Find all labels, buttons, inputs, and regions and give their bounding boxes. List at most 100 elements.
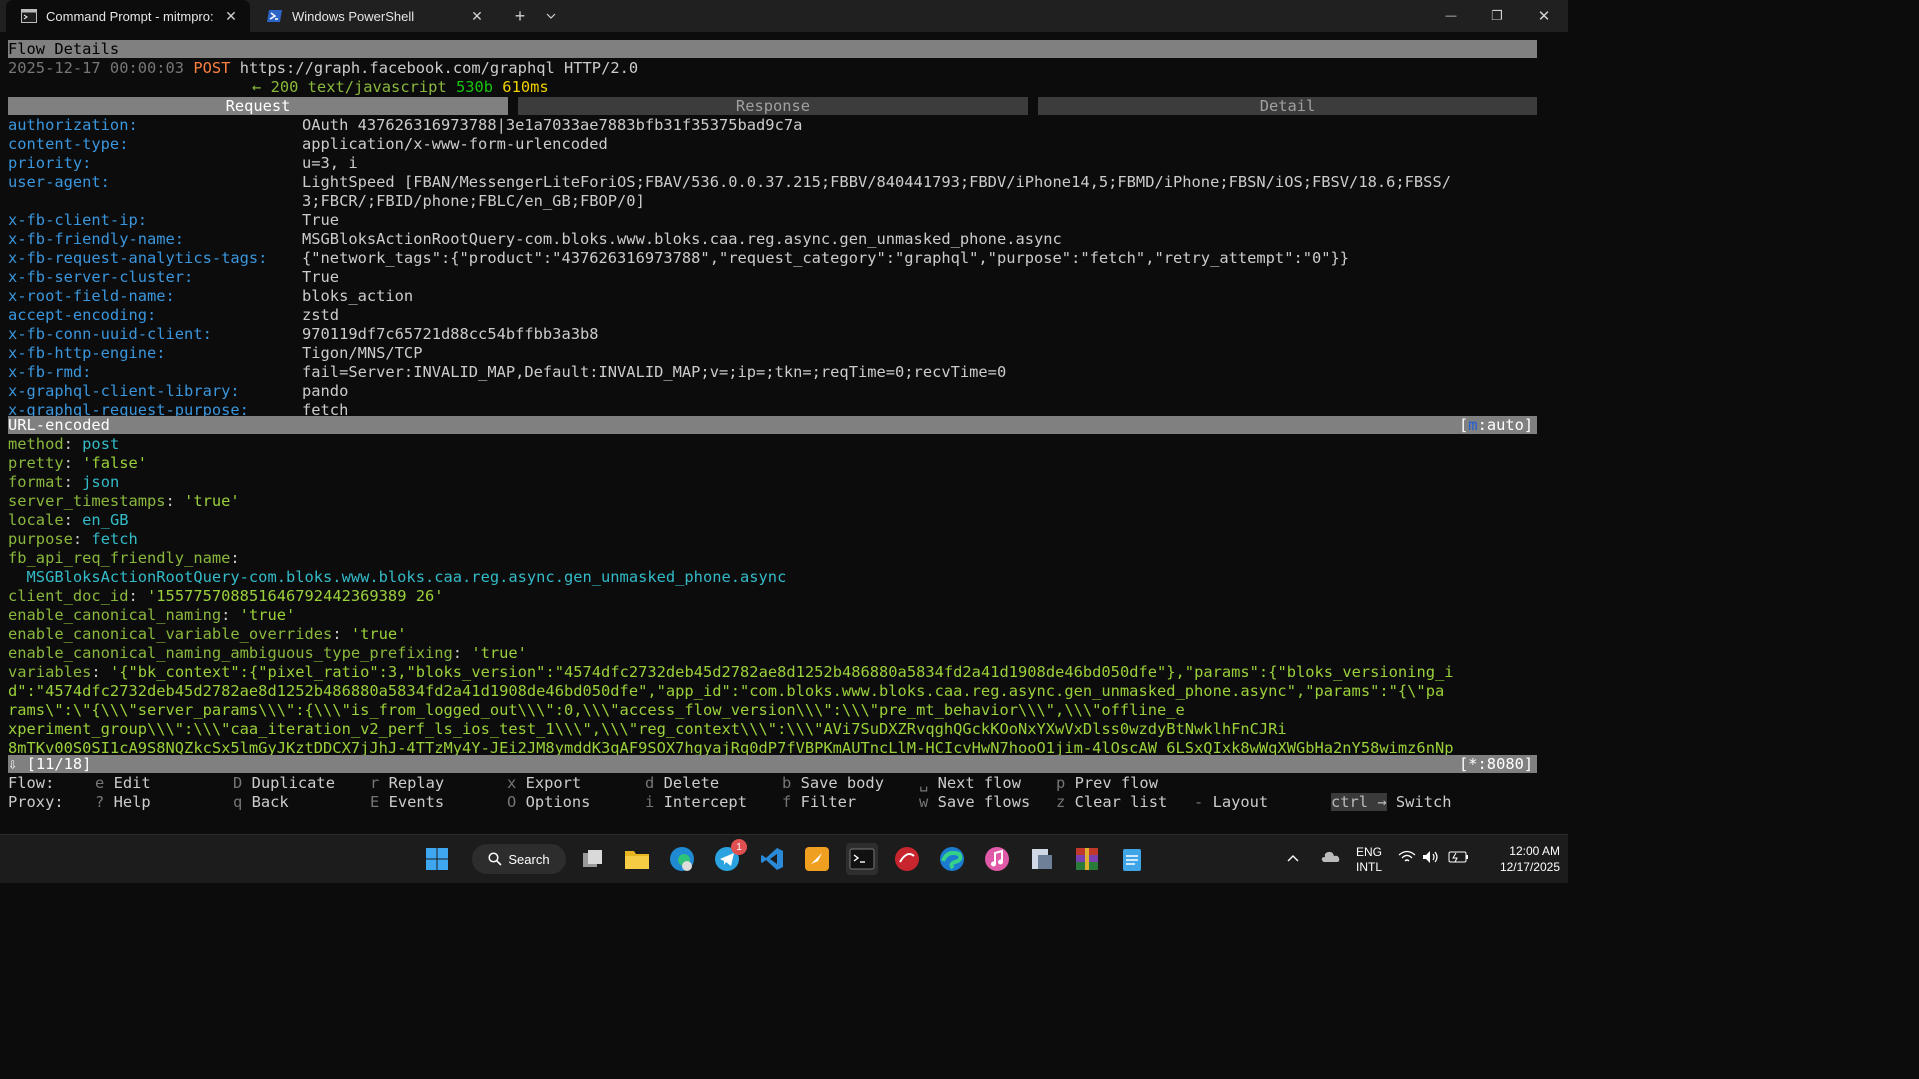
keybinding-edit[interactable]: e Edit	[95, 774, 151, 793]
new-tab-button[interactable]: +	[506, 0, 534, 32]
wifi-icon[interactable]	[1398, 850, 1416, 867]
postman-icon[interactable]	[801, 843, 833, 875]
form-field: method: post	[8, 435, 119, 454]
header-name: x-fb-rmd:	[8, 363, 92, 381]
keybinding-intercept[interactable]: i Intercept	[645, 793, 747, 812]
keybinding-label: Switch	[1395, 793, 1452, 811]
variables-continued: xperiment_group\\\":\\\"caa_iteration_v2…	[8, 720, 1287, 738]
keybinding-options[interactable]: O Options	[507, 793, 590, 812]
keybinding-switch[interactable]: ctrl → Switch	[1331, 793, 1452, 812]
keybinding-duplicate[interactable]: D Duplicate	[233, 774, 335, 793]
tab-title: Windows PowerShell	[292, 8, 415, 24]
keybinding-label: Edit	[113, 774, 151, 792]
header-name: x-fb-request-analytics-tags:	[8, 249, 268, 267]
keybinding-delete[interactable]: d Delete	[645, 774, 719, 793]
form-key: enable_canonical_variable_overrides	[8, 625, 333, 643]
powershell-icon	[266, 7, 284, 25]
task-view-icon[interactable]	[577, 843, 609, 875]
keybinding-back[interactable]: q Back	[233, 793, 289, 812]
keybinding-label: Next flow	[937, 774, 1021, 792]
minimize-button[interactable]: —	[1428, 0, 1474, 32]
flow-details-bar	[8, 40, 1537, 58]
form-colon: :	[452, 644, 472, 662]
form-field: enable_canonical_naming_ambiguous_type_p…	[8, 644, 527, 663]
vscode-icon[interactable]	[756, 843, 788, 875]
maximize-button[interactable]: ❐	[1474, 0, 1520, 32]
keybinding-key: p	[1056, 774, 1066, 792]
language-indicator[interactable]: ENG INTL	[1350, 845, 1388, 875]
terminal[interactable]: Flow Details 2025-12-17 00:00:03 POST ht…	[0, 40, 1568, 812]
start-button[interactable]	[421, 843, 453, 875]
clock[interactable]: 12:00 AM 12/17/2025	[1478, 843, 1560, 875]
keybinding-replay[interactable]: r Replay	[370, 774, 444, 793]
flow-timestamp: 2025-12-17 00:00:03	[8, 59, 185, 77]
taskbar: Search 1 ENG INTL 12:00 AM 12/17/2025	[0, 834, 1568, 883]
keybinding-help[interactable]: ? Help	[95, 793, 151, 812]
tab-dropdown-button[interactable]	[538, 0, 564, 32]
header-value: bloks_action	[302, 287, 414, 305]
tab-response[interactable]: Response	[518, 97, 1028, 115]
tools-icon[interactable]	[1026, 843, 1058, 875]
form-colon: :	[221, 606, 240, 624]
response-arrow-icon: ←	[252, 78, 262, 96]
battery-icon[interactable]	[1448, 850, 1470, 867]
form-value: json	[82, 473, 120, 491]
keybinding-save-body[interactable]: b Save body	[782, 774, 884, 793]
form-value: 'false'	[82, 454, 148, 472]
close-window-button[interactable]: ✕	[1520, 0, 1568, 32]
keybinding-clear-list[interactable]: z Clear list	[1056, 793, 1167, 812]
chevron-up-icon[interactable]	[1287, 850, 1299, 865]
form-key: client_doc_id	[8, 587, 129, 605]
keybinding-label: Filter	[800, 793, 857, 811]
form-field: enable_canonical_variable_overrides: 'tr…	[8, 625, 406, 644]
form-field: MSGBloksActionRootQuery-com.bloks.www.bl…	[8, 568, 787, 587]
form-key: variables	[8, 663, 92, 681]
edge-profile-icon[interactable]	[666, 843, 698, 875]
keybinding-key: d	[645, 774, 655, 792]
notepad-icon[interactable]	[1116, 843, 1148, 875]
form-field: format: json	[8, 473, 119, 492]
keybinding-label: Help	[113, 793, 151, 811]
form-value: 'true'	[184, 492, 240, 510]
form-value: '155775708851646792442369389 26'	[147, 587, 444, 605]
response-size: 530b	[455, 78, 494, 96]
response-time: 610ms	[502, 78, 549, 96]
tab-windows-powershell[interactable]: Windows PowerShell ✕	[252, 0, 496, 32]
keybinding-layout[interactable]: - Layout	[1194, 793, 1268, 812]
keybinding-prev-flow[interactable]: p Prev flow	[1056, 774, 1158, 793]
header-name: accept-encoding:	[8, 306, 157, 324]
windows-icon	[426, 848, 448, 870]
winrar-icon[interactable]	[1071, 843, 1103, 875]
keybinding-filter[interactable]: f Filter	[782, 793, 856, 812]
header-value: fail=Server:INVALID_MAP,Default:INVALID_…	[302, 363, 1007, 381]
form-key: format	[8, 473, 64, 491]
keybinding-key: f	[782, 793, 792, 811]
form-value-continued: MSGBloksActionRootQuery-com.bloks.www.bl…	[8, 568, 787, 586]
edge-icon[interactable]	[936, 843, 968, 875]
telegram-icon[interactable]: 1	[711, 839, 747, 875]
keybinding-export[interactable]: x Export	[507, 774, 581, 793]
header-name: user-agent:	[8, 173, 110, 191]
tab-request[interactable]: Request	[8, 97, 508, 115]
itunes-icon[interactable]	[981, 843, 1013, 875]
app-red-icon[interactable]	[891, 843, 923, 875]
keybinding-events[interactable]: E Events	[370, 793, 444, 812]
close-tab-icon[interactable]: ✕	[222, 7, 240, 25]
tab-command-prompt[interactable]: Command Prompt - mitmpro: ✕	[6, 0, 250, 32]
tab-detail[interactable]: Detail	[1038, 97, 1537, 115]
keybinding-label: Export	[525, 774, 582, 792]
header-value: zstd	[302, 306, 340, 324]
form-key: enable_canonical_naming	[8, 606, 222, 624]
terminal-taskbar-icon[interactable]	[846, 843, 878, 875]
chevron-down-icon	[546, 13, 556, 19]
onedrive-icon[interactable]	[1320, 849, 1340, 866]
view-mode-indicator[interactable]: [m:auto]	[1459, 416, 1533, 435]
volume-icon[interactable]	[1422, 850, 1440, 867]
file-explorer-icon[interactable]	[621, 843, 653, 875]
close-tab-icon[interactable]: ✕	[468, 7, 486, 25]
search-box[interactable]: Search	[472, 844, 566, 874]
keybinding-key: -	[1194, 793, 1204, 811]
keybinding-next-flow[interactable]: ␣ Next flow	[919, 774, 1021, 793]
view-mode-key: m	[1468, 416, 1478, 434]
keybinding-save-flows[interactable]: w Save flows	[919, 793, 1030, 812]
